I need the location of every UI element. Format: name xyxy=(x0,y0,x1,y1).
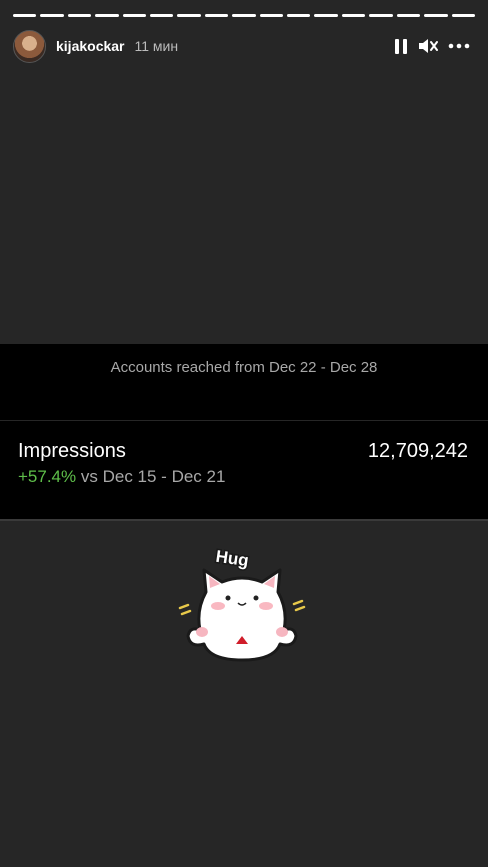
progress-segment xyxy=(122,14,147,17)
progress-segment xyxy=(396,14,421,17)
story-header: kijakockar 11 мин xyxy=(13,29,470,63)
story-controls xyxy=(394,37,470,55)
impressions-card: Impressions 12,709,242 +57.4% vs Dec 15 … xyxy=(0,421,488,521)
progress-segment xyxy=(341,14,366,17)
more-icon[interactable] xyxy=(448,43,470,49)
progress-segment xyxy=(424,14,448,17)
progress-segment xyxy=(259,14,284,17)
story-progress-bar xyxy=(13,14,475,17)
progress-segment xyxy=(67,14,92,17)
progress-segment xyxy=(451,14,475,17)
progress-segment xyxy=(95,14,119,17)
pause-icon[interactable] xyxy=(394,38,408,55)
impressions-change: +57.4% vs Dec 15 - Dec 21 xyxy=(18,467,225,487)
change-period: vs Dec 15 - Dec 21 xyxy=(80,467,226,486)
reach-caption: Accounts reached from Dec 22 - Dec 28 xyxy=(110,359,378,376)
progress-segment xyxy=(204,14,229,17)
progress-segment xyxy=(150,14,174,17)
progress-segment xyxy=(314,14,338,17)
progress-segment xyxy=(232,14,256,17)
reach-card: Accounts reached from Dec 22 - Dec 28 xyxy=(0,344,488,420)
post-time: 11 мин xyxy=(134,38,179,54)
sticker-text: Hug xyxy=(215,547,250,570)
progress-segment xyxy=(40,14,64,17)
impressions-value: 12,709,242 xyxy=(367,440,468,462)
avatar[interactable] xyxy=(13,29,46,63)
progress-segment xyxy=(287,14,311,17)
change-percent: +57.4% xyxy=(18,467,77,486)
mute-icon[interactable] xyxy=(418,37,438,55)
impressions-label: Impressions xyxy=(18,440,126,462)
progress-segment xyxy=(177,14,201,17)
username[interactable]: kijakockar xyxy=(56,38,125,54)
progress-segment xyxy=(369,14,393,17)
hug-cat-sticker[interactable]: Hug xyxy=(176,540,308,664)
progress-segment xyxy=(13,14,37,17)
